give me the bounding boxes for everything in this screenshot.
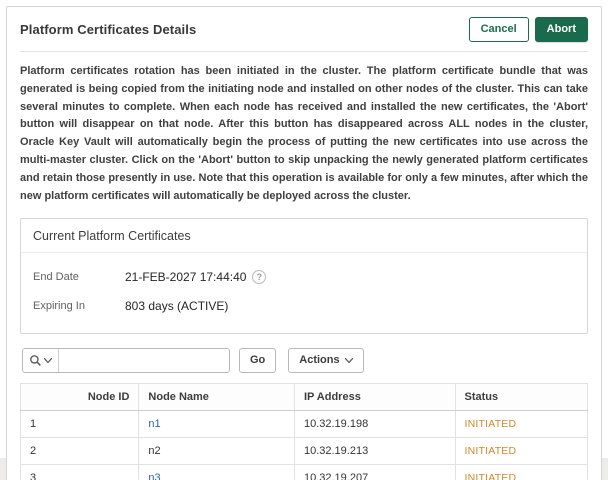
- page-header: Platform Certificates Details Cancel Abo…: [20, 17, 588, 52]
- actions-button[interactable]: Actions: [288, 347, 364, 373]
- magnifier-icon: [29, 354, 42, 367]
- end-date-value: 21-FEB-2027 17:44:40: [125, 270, 247, 284]
- abort-button[interactable]: Abort: [534, 17, 588, 42]
- cell-ip-address: 10.32.19.207: [293, 463, 456, 480]
- region-body: End Date 21-FEB-2027 17:44:40 ? Expiring…: [21, 253, 587, 333]
- expiring-in-label: Expiring In: [33, 300, 85, 312]
- cell-ip-address: 10.32.19.213: [293, 436, 456, 465]
- platform-certificates-details-page: Platform Certificates Details Cancel Abo…: [6, 6, 602, 480]
- column-header-node-id[interactable]: Node ID: [19, 382, 140, 411]
- column-header-status[interactable]: Status: [454, 382, 589, 411]
- page-title: Platform Certificates Details: [20, 22, 197, 37]
- chevron-down-icon: [344, 357, 353, 363]
- status-text: INITIATED: [464, 417, 517, 430]
- cell-ip-address: 10.32.19.198: [293, 409, 456, 438]
- cancel-button[interactable]: Cancel: [468, 17, 529, 42]
- help-icon[interactable]: ?: [252, 270, 267, 284]
- cell-node-id: 2: [19, 436, 140, 465]
- chevron-down-icon: [44, 357, 52, 363]
- end-date-label: End Date: [33, 271, 79, 283]
- status-text: INITIATED: [464, 471, 517, 480]
- expiring-in-field: Expiring In 803 days (ACTIVE): [33, 292, 575, 321]
- cell-node-id: 1: [19, 409, 140, 438]
- table-row: 2 n2 10.32.19.213 INITIATED: [19, 436, 589, 465]
- node-name-link[interactable]: n1: [148, 418, 160, 430]
- report-toolbar: Go Actions: [22, 347, 588, 373]
- end-date-field: End Date 21-FEB-2027 17:44:40 ?: [33, 263, 575, 292]
- cell-node-id: 3: [19, 463, 140, 480]
- search-input[interactable]: [59, 348, 229, 372]
- table-row: 3 n3 10.32.19.207 INITIATED: [19, 463, 589, 480]
- search-group: [22, 347, 230, 373]
- column-header-ip-address[interactable]: IP Address: [293, 382, 456, 411]
- actions-button-label: Actions: [299, 354, 340, 366]
- node-name-text: n2: [148, 444, 161, 457]
- current-platform-certificates-region: Current Platform Certificates End Date 2…: [20, 217, 588, 334]
- table-header-row: Node ID Node Name IP Address Status: [19, 382, 589, 411]
- node-name-link[interactable]: n3: [148, 472, 160, 480]
- header-buttons: Cancel Abort: [468, 17, 588, 42]
- nodes-table: Node ID Node Name IP Address Status 1 n1…: [19, 382, 589, 480]
- status-text: INITIATED: [464, 444, 517, 457]
- description-text: Platform certificates rotation has been …: [20, 65, 588, 202]
- go-button[interactable]: Go: [239, 347, 277, 373]
- column-header-node-name[interactable]: Node Name: [138, 382, 295, 411]
- search-column-dropdown-button[interactable]: [23, 348, 59, 372]
- expiring-in-value: 803 days (ACTIVE): [125, 299, 229, 313]
- region-title: Current Platform Certificates: [21, 219, 587, 253]
- table-row: 1 n1 10.32.19.198 INITIATED: [19, 409, 589, 438]
